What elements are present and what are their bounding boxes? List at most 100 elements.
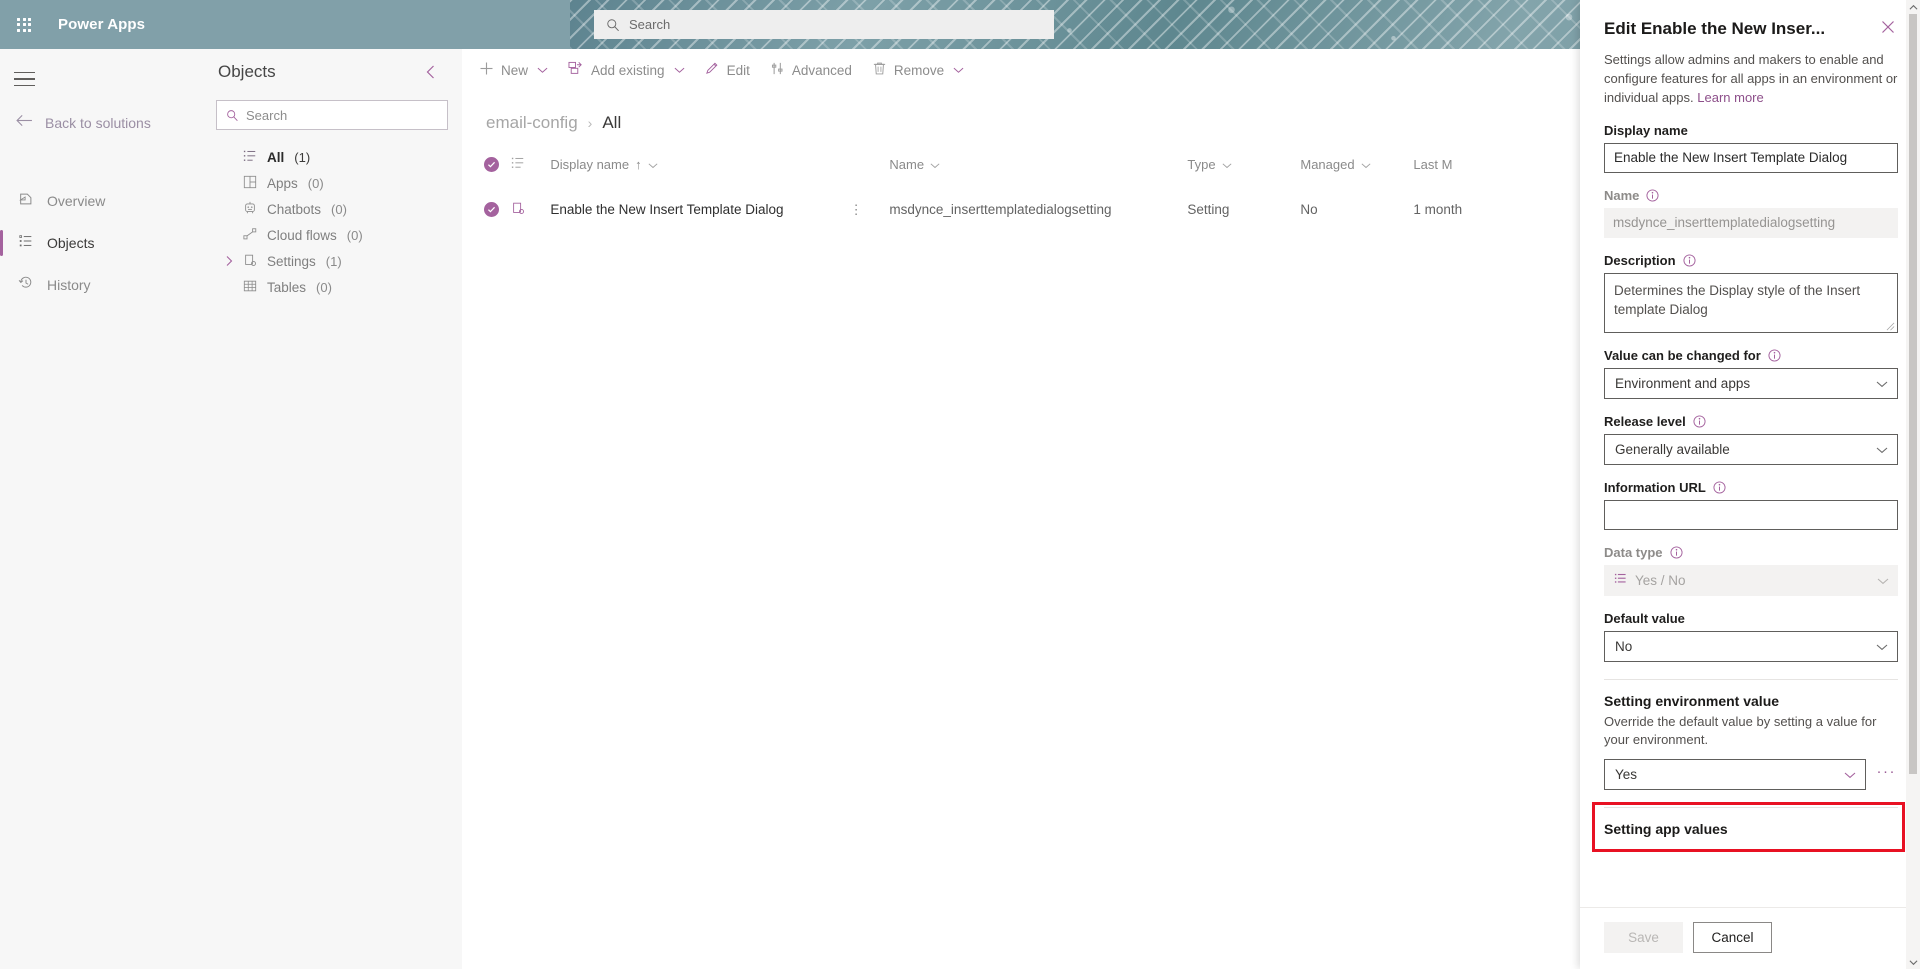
information-url-field: Information URL	[1604, 480, 1898, 530]
waffle-icon	[17, 17, 31, 32]
info-icon[interactable]	[1768, 349, 1781, 362]
objects-item-tables[interactable]: Tables (0)	[202, 274, 462, 300]
remove-button[interactable]: Remove	[863, 53, 973, 87]
value-changed-for-value: Environment and apps	[1615, 375, 1751, 391]
setting-environment-value: Yes	[1615, 766, 1638, 782]
apps-icon	[243, 175, 257, 192]
chevron-down-icon[interactable]	[1361, 157, 1371, 172]
chevron-down-icon[interactable]	[648, 157, 658, 172]
global-search-box[interactable]: Search	[594, 10, 1054, 39]
grid-column-name[interactable]: Name	[889, 155, 1187, 187]
panel-title: Edit Enable the New Inser...	[1604, 19, 1826, 38]
grid-column-managed[interactable]: Managed	[1300, 155, 1413, 187]
grid-column-label: Last M	[1413, 156, 1453, 172]
brand-title[interactable]: Power Apps	[58, 16, 145, 33]
rail-item-label: Objects	[47, 235, 95, 251]
grid-column-display-name[interactable]: Display name ↑	[550, 155, 889, 187]
rail-item-objects[interactable]: Objects	[0, 222, 202, 264]
table-row[interactable]: Enable the New Insert Template Dialog ⋮ …	[462, 187, 1547, 232]
release-level-field: Release level Generally available	[1604, 414, 1898, 465]
chevron-down-icon[interactable]	[1222, 157, 1232, 172]
back-to-solutions-link[interactable]: Back to solutions	[16, 114, 202, 132]
objects-item-apps[interactable]: Apps (0)	[202, 170, 462, 196]
collapse-pane-button[interactable]	[422, 61, 440, 83]
objects-item-chatbots[interactable]: Chatbots (0)	[202, 196, 462, 222]
objects-item-all[interactable]: All (1)	[202, 144, 462, 170]
row-overflow-menu-icon[interactable]: ⋮	[849, 202, 889, 218]
setting-environment-value-dropdown[interactable]: Yes	[1604, 758, 1866, 790]
setting-environment-value-more-button[interactable]: ···	[1875, 764, 1899, 785]
objects-item-label: Chatbots	[267, 201, 322, 217]
learn-more-link[interactable]: Learn more	[1697, 90, 1763, 105]
display-name-input[interactable]: Enable the New Insert Template Dialog	[1604, 142, 1898, 173]
grid-column-label: Name	[889, 156, 925, 172]
scroll-up-arrow-icon[interactable]	[1909, 0, 1918, 14]
chevron-down-icon	[1876, 639, 1888, 654]
panel-scrollbar-track[interactable]	[1909, 14, 1917, 955]
objects-item-settings[interactable]: Settings (1)	[202, 248, 462, 274]
info-icon[interactable]	[1669, 546, 1683, 559]
new-button-label: New	[501, 62, 529, 78]
new-button[interactable]: New	[470, 53, 557, 87]
name-label: Name	[1604, 188, 1898, 203]
edit-button[interactable]: Edit	[696, 53, 759, 87]
panel-scrollbar-thumb[interactable]	[1909, 14, 1917, 774]
grid-column-type[interactable]: Type	[1187, 155, 1300, 187]
release-level-dropdown[interactable]: Generally available	[1604, 433, 1898, 465]
value-changed-for-label: Value can be changed for	[1604, 348, 1898, 363]
objects-pane-header: Objects	[202, 49, 462, 83]
objects-item-count: (1)	[325, 253, 342, 269]
value-changed-for-dropdown[interactable]: Environment and apps	[1604, 367, 1898, 399]
cancel-button[interactable]: Cancel	[1693, 922, 1772, 953]
display-name-label: Display name	[1604, 123, 1898, 138]
add-existing-label: Add existing	[591, 62, 665, 78]
objects-grid: Display name ↑ Name Type Managed Last M …	[462, 155, 1547, 232]
chevron-down-icon[interactable]	[953, 66, 964, 74]
data-type-dropdown: Yes / No	[1604, 564, 1898, 596]
hamburger-menu-button[interactable]	[14, 64, 46, 94]
rail-item-history[interactable]: History	[0, 264, 202, 306]
select-all-checkbox[interactable]	[484, 156, 499, 172]
save-button[interactable]: Save	[1604, 922, 1683, 953]
search-icon	[226, 109, 239, 122]
add-existing-button[interactable]: Add existing	[559, 53, 694, 87]
search-icon	[606, 18, 620, 32]
grid-column-last-modified[interactable]: Last M	[1413, 155, 1547, 187]
info-icon[interactable]	[1646, 189, 1659, 202]
advanced-button-label: Advanced	[791, 62, 852, 78]
chevron-down-icon[interactable]	[930, 157, 940, 172]
grid-select-all-header[interactable]	[462, 155, 511, 187]
description-textarea[interactable]: Determines the Display style of the Inse…	[1604, 272, 1898, 333]
list-icon	[243, 149, 257, 166]
grid-body: Enable the New Insert Template Dialog ⋮ …	[462, 187, 1547, 232]
default-value-dropdown[interactable]: No	[1604, 630, 1898, 662]
breadcrumb-parent[interactable]: email-config	[486, 113, 578, 133]
objects-search-input[interactable]: Search	[216, 100, 448, 130]
chevron-down-icon[interactable]	[674, 66, 685, 74]
close-panel-button[interactable]	[1878, 18, 1898, 36]
panel-footer: Save Cancel	[1580, 907, 1920, 969]
row-display-name-cell[interactable]: Enable the New Insert Template Dialog ⋮	[550, 187, 889, 232]
objects-icon	[18, 233, 34, 254]
row-checkbox[interactable]	[484, 202, 499, 217]
info-icon[interactable]	[1693, 415, 1706, 428]
info-icon[interactable]	[1713, 481, 1726, 494]
objects-item-cloud-flows[interactable]: Cloud flows (0)	[202, 222, 462, 248]
advanced-button[interactable]: Advanced	[761, 53, 861, 87]
list-purple-icon	[1614, 572, 1627, 588]
resize-grip-icon[interactable]	[1886, 322, 1895, 331]
panel-scrollbar[interactable]	[1906, 0, 1920, 969]
expand-settings-chevron-icon[interactable]	[224, 255, 234, 267]
row-select-cell[interactable]	[462, 187, 511, 232]
scroll-down-arrow-icon[interactable]	[1909, 955, 1918, 969]
app-launcher-button[interactable]	[0, 0, 48, 49]
information-url-input[interactable]	[1604, 499, 1898, 530]
rail-item-label: Overview	[47, 193, 106, 209]
chevron-down-icon[interactable]	[537, 66, 548, 74]
chevron-down-icon	[1876, 442, 1888, 457]
chevron-down-icon	[1844, 767, 1856, 782]
info-icon[interactable]	[1682, 254, 1696, 267]
panel-description: Settings allow admins and makers to enab…	[1604, 51, 1898, 108]
rail-item-overview[interactable]: Overview	[0, 180, 202, 222]
remove-button-label: Remove	[893, 62, 945, 78]
